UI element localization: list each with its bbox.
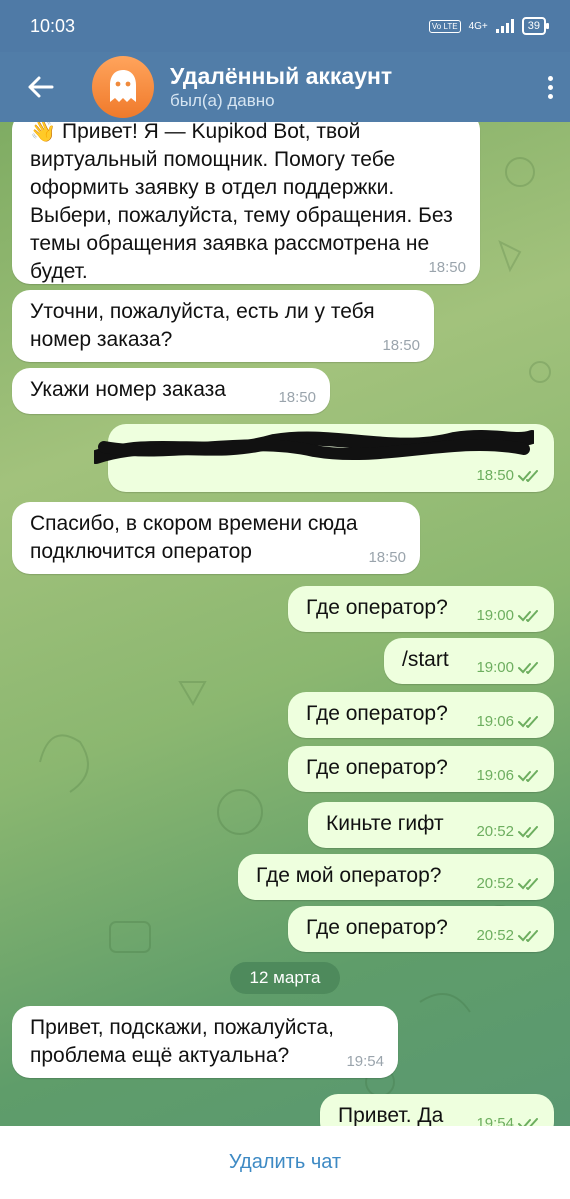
status-bar: 10:03 Vo LTE 4G+ 39 — [0, 0, 570, 52]
message-incoming[interactable]: Спасибо, в скором времени сюда подключит… — [12, 502, 420, 574]
message-text: 👋 Привет! Я — Kupikod Bot, твой виртуаль… — [30, 122, 453, 283]
double-check-icon — [518, 826, 538, 838]
double-check-icon — [518, 770, 538, 782]
message-incoming[interactable]: 👋 Привет! Я — Kupikod Bot, твой виртуаль… — [12, 122, 480, 284]
message-time: 19:54 — [476, 1115, 514, 1127]
message-outgoing[interactable]: Где оператор? 20:52 — [288, 906, 554, 952]
message-meta: 20:52 — [476, 928, 540, 944]
message-meta: 18:50 — [476, 468, 540, 484]
message-meta: 19:06 — [476, 768, 540, 784]
date-separator: 12 марта — [230, 962, 340, 994]
message-incoming[interactable]: Привет, подскажи, пожалуйста, проблема е… — [12, 1006, 398, 1078]
message-meta: 20:52 — [476, 876, 540, 892]
message-time: 19:00 — [476, 659, 514, 676]
message-outgoing[interactable]: Где оператор? 19:06 — [288, 746, 554, 792]
message-time: 18:50 — [428, 259, 466, 276]
dot-icon — [547, 93, 553, 99]
delete-chat-button[interactable]: Удалить чат — [229, 1151, 341, 1174]
message-outgoing[interactable]: Привет. Да 19:54 — [320, 1094, 554, 1126]
more-menu-button[interactable] — [530, 75, 570, 99]
message-time: 19:54 — [346, 1053, 384, 1070]
bottom-bar: Удалить чат — [0, 1126, 570, 1199]
dot-icon — [547, 75, 553, 81]
message-meta: 19:00 — [476, 660, 540, 676]
message-outgoing[interactable]: Киньте гифт 20:52 — [308, 802, 554, 848]
message-time: 20:52 — [476, 875, 514, 892]
message-text: Уточни, пожалуйста, есть ли у тебя номер… — [30, 300, 375, 351]
message-time: 20:52 — [476, 927, 514, 944]
message-time: 19:00 — [476, 607, 514, 624]
message-incoming[interactable]: Уточни, пожалуйста, есть ли у тебя номер… — [12, 290, 434, 362]
message-time: 19:06 — [476, 767, 514, 784]
message-time: 18:50 — [476, 467, 514, 484]
redaction-scribble — [94, 430, 534, 464]
chat-header: Удалённый аккаунт был(а) давно — [0, 52, 570, 122]
double-check-icon — [518, 716, 538, 728]
message-meta: 19:54 — [476, 1116, 540, 1126]
double-check-icon — [518, 1118, 538, 1126]
arrow-left-icon — [28, 76, 54, 98]
message-time: 18:50 — [382, 337, 420, 354]
signal-icon — [495, 19, 514, 33]
message-time: 18:50 — [368, 549, 406, 566]
message-text: Спасибо, в скором времени сюда подключит… — [30, 512, 358, 563]
message-outgoing[interactable]: /start 19:00 — [384, 638, 554, 684]
ghost-icon — [110, 70, 136, 102]
message-meta: 19:06 — [476, 714, 540, 730]
double-check-icon — [518, 470, 538, 482]
double-check-icon — [518, 878, 538, 890]
chat-subtitle: был(а) давно — [170, 91, 275, 110]
message-time: 20:52 — [476, 823, 514, 840]
message-time: 19:06 — [476, 713, 514, 730]
volte-icon: Vo LTE — [428, 19, 461, 33]
battery-icon: 39 — [521, 17, 550, 35]
double-check-icon — [518, 610, 538, 622]
message-incoming[interactable]: Укажи номер заказа 18:50 — [12, 368, 330, 414]
status-time: 10:03 — [30, 15, 76, 36]
chat-title: Удалённый аккаунт — [170, 63, 393, 89]
message-time: 18:50 — [278, 389, 316, 406]
message-meta: 20:52 — [476, 824, 540, 840]
message-text: Привет, подскажи, пожалуйста, проблема е… — [30, 1016, 334, 1067]
status-icons: Vo LTE 4G+ 39 — [428, 17, 550, 35]
double-check-icon — [518, 930, 538, 942]
message-text: Укажи номер заказа — [30, 378, 226, 401]
network-label: 4G+ — [468, 20, 488, 32]
dot-icon — [547, 84, 553, 90]
double-check-icon — [518, 662, 538, 674]
avatar[interactable] — [92, 56, 154, 118]
message-outgoing[interactable]: Где мой оператор? 20:52 — [238, 854, 554, 900]
chat-area[interactable]: 👋 Привет! Я — Kupikod Bot, твой виртуаль… — [0, 122, 570, 1126]
chat-title-block[interactable]: Удалённый аккаунт был(а) давно — [170, 62, 530, 112]
message-outgoing[interactable]: Где оператор? 19:00 — [288, 586, 554, 632]
message-meta: 19:00 — [476, 608, 540, 624]
back-button[interactable] — [0, 75, 80, 99]
message-outgoing[interactable]: Где оператор? 19:06 — [288, 692, 554, 738]
